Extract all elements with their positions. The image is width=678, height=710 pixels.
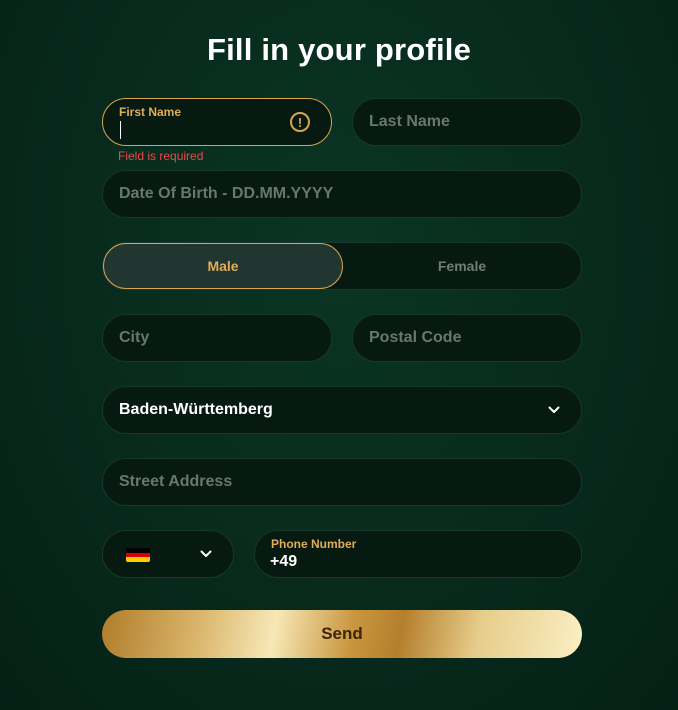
state-select[interactable]: Baden-Württemberg [102, 386, 582, 434]
chevron-down-icon [548, 406, 560, 413]
page-title: Fill in your profile [206, 32, 472, 67]
city-placeholder: City [119, 329, 150, 346]
first-name-label: First Name [119, 105, 182, 119]
postal-code-placeholder: Postal Code [369, 329, 462, 346]
postal-code-field[interactable]: Postal Code [352, 314, 582, 362]
dob-placeholder: Date Of Birth - DD.MM.YYYY [119, 185, 334, 202]
last-name-field[interactable]: Last Name [352, 98, 582, 146]
gender-option-female[interactable]: Female [343, 243, 581, 289]
phone-number-label: Phone Number [271, 537, 357, 551]
gender-option-male[interactable]: Male [103, 243, 343, 289]
city-field[interactable]: City [102, 314, 332, 362]
last-name-placeholder: Last Name [369, 113, 450, 130]
chevron-down-icon [200, 550, 212, 557]
country-code-select[interactable] [102, 530, 234, 578]
first-name-field[interactable]: First Name ! [102, 98, 332, 146]
send-button[interactable]: Send [102, 610, 582, 658]
state-value: Baden-Württemberg [119, 401, 273, 418]
germany-flag-icon [126, 548, 150, 562]
phone-number-value: +49 [270, 553, 298, 570]
street-address-field[interactable]: Street Address [102, 458, 582, 506]
text-caret [120, 121, 121, 139]
street-placeholder: Street Address [119, 473, 233, 490]
first-name-error: Field is required [118, 149, 204, 163]
warning-icon: ! [290, 112, 310, 132]
phone-number-field[interactable]: Phone Number +49 [254, 530, 582, 578]
date-of-birth-field[interactable]: Date Of Birth - DD.MM.YYYY [102, 170, 582, 218]
gender-toggle: Male Female [102, 242, 582, 290]
